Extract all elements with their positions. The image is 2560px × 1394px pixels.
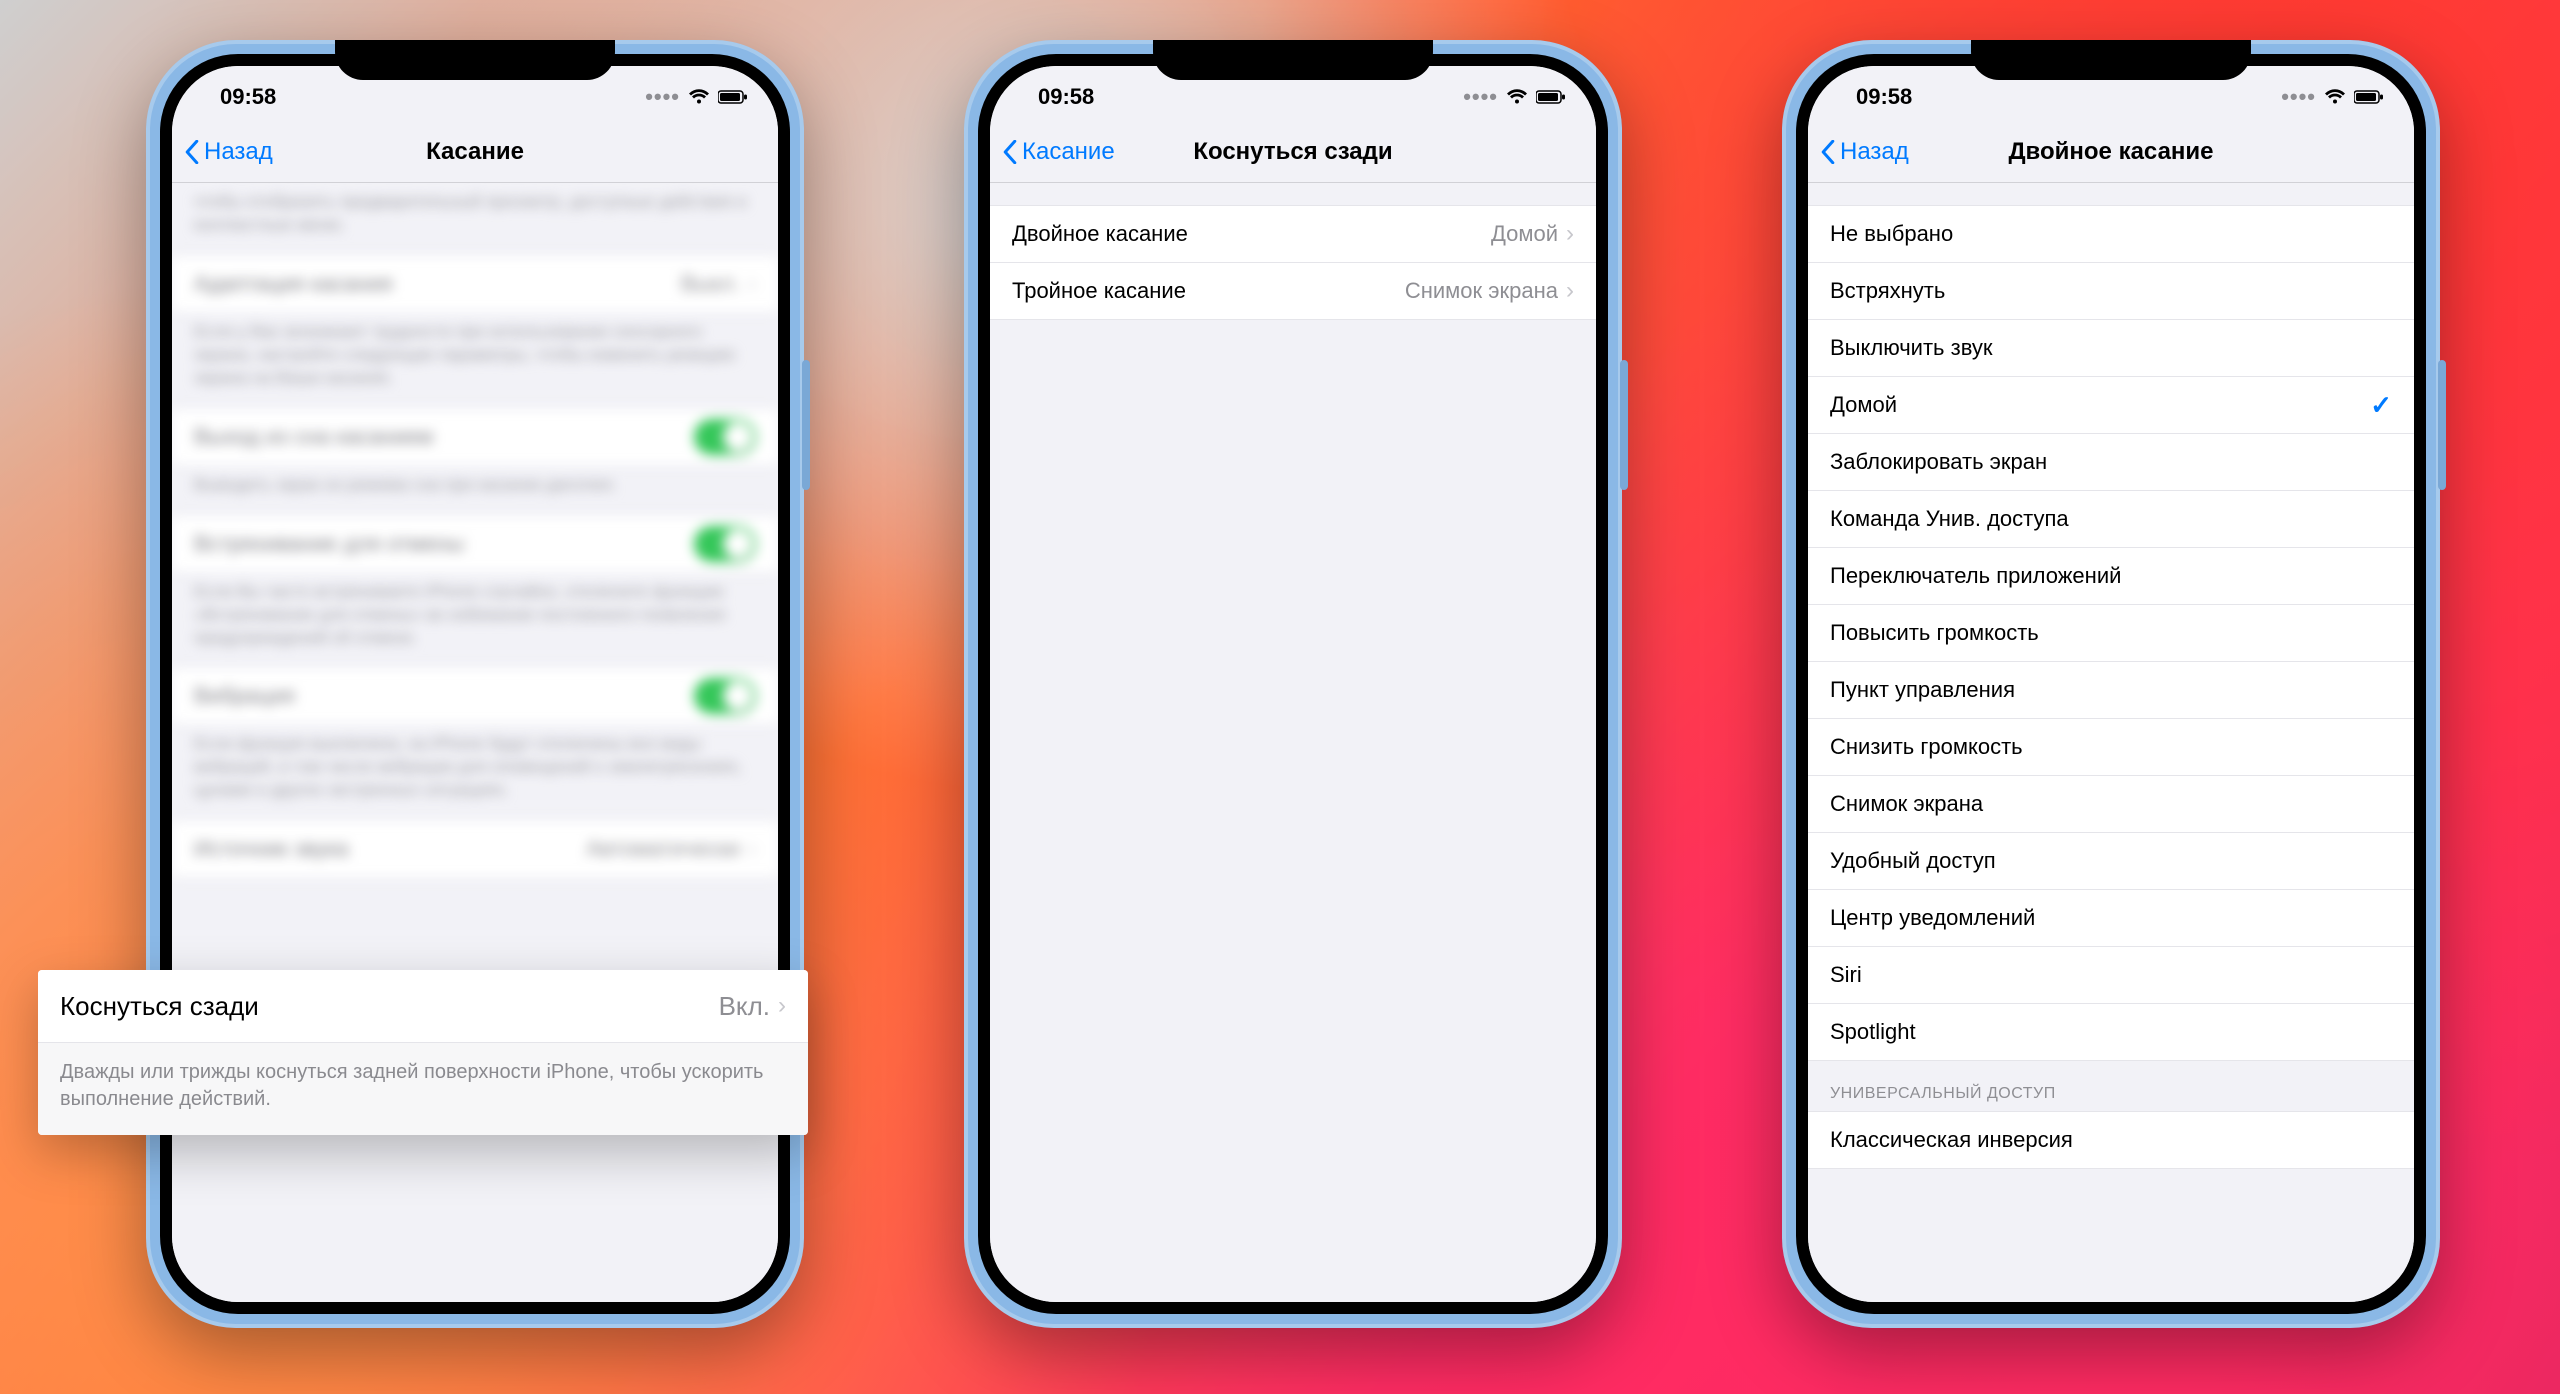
option-label: Снимок экрана <box>1830 791 2392 817</box>
back-tap-row[interactable]: Коснуться сзади Вкл. › <box>38 970 808 1043</box>
option-label: Spotlight <box>1830 1019 2392 1045</box>
signal-icon: •••• <box>1463 84 1498 110</box>
option-row[interactable]: Повысить громкость <box>1808 605 2414 662</box>
option-row[interactable]: Снизить громкость <box>1808 719 2414 776</box>
toggle-switch <box>694 678 756 714</box>
chevron-left-icon <box>1002 140 1018 164</box>
option-label: Не выбрано <box>1830 221 2392 247</box>
wifi-icon <box>688 89 710 105</box>
back-button[interactable]: Назад <box>1820 138 1909 166</box>
wifi-icon <box>2324 89 2346 105</box>
option-label: Центр уведомлений <box>1830 905 2392 931</box>
option-row[interactable]: Команда Унив. доступа <box>1808 491 2414 548</box>
blurred-settings-area: чтобы отобразить предварительный просмот… <box>172 183 778 878</box>
status-time: 09:58 <box>1834 78 1912 110</box>
option-row[interactable]: Удобный доступ <box>1808 833 2414 890</box>
back-tap-note: Дважды или трижды коснуться задней повер… <box>38 1043 808 1135</box>
triple-tap-label: Тройное касание <box>1012 278 1405 304</box>
back-tap-callout-card: Коснуться сзади Вкл. › Дважды или трижды… <box>38 970 808 1135</box>
option-label: Классическая инверсия <box>1830 1127 2392 1153</box>
option-label: Встряхнуть <box>1830 278 2392 304</box>
triple-tap-row[interactable]: Тройное касание Снимок экрана › <box>990 263 1596 320</box>
chevron-right-icon: › <box>1566 220 1574 248</box>
option-row[interactable]: Выключить звук <box>1808 320 2414 377</box>
option-label: Домой <box>1830 392 2370 418</box>
accessibility-section-header: УНИВЕРСАЛЬНЫЙ ДОСТУП <box>1808 1061 2414 1111</box>
option-label: Переключатель приложений <box>1830 563 2392 589</box>
nav-bar: Касание Коснуться сзади <box>990 122 1596 183</box>
back-label: Назад <box>204 138 273 166</box>
double-tap-value: Домой <box>1491 221 1558 247</box>
option-row[interactable]: Заблокировать экран <box>1808 434 2414 491</box>
nav-bar: Назад Двойное касание <box>1808 122 2414 183</box>
option-row[interactable]: Центр уведомлений <box>1808 890 2414 947</box>
option-label: Команда Унив. доступа <box>1830 506 2392 532</box>
wifi-icon <box>1506 89 1528 105</box>
option-row[interactable]: Снимок экрана <box>1808 776 2414 833</box>
back-button[interactable]: Назад <box>184 138 273 166</box>
chevron-left-icon <box>1820 140 1836 164</box>
triple-tap-value: Снимок экрана <box>1405 278 1558 304</box>
double-tap-row[interactable]: Двойное касание Домой › <box>990 205 1596 263</box>
battery-icon <box>2354 90 2384 104</box>
option-row[interactable]: Домой✓ <box>1808 377 2414 434</box>
option-label: Siri <box>1830 962 2392 988</box>
chevron-left-icon <box>184 140 200 164</box>
option-label: Заблокировать экран <box>1830 449 2392 475</box>
double-tap-label: Двойное касание <box>1012 221 1491 247</box>
iphone-frame-2: 09:58 •••• Касание Коснуться сзади Двойн… <box>964 40 1622 1328</box>
signal-icon: •••• <box>645 84 680 110</box>
battery-icon <box>1536 90 1566 104</box>
back-label: Назад <box>1840 138 1909 166</box>
option-row[interactable]: Siri <box>1808 947 2414 1004</box>
chevron-right-icon: › <box>778 992 786 1020</box>
battery-icon <box>718 90 748 104</box>
option-label: Удобный доступ <box>1830 848 2392 874</box>
back-tap-label: Коснуться сзади <box>60 991 719 1022</box>
signal-icon: •••• <box>2281 84 2316 110</box>
nav-bar: Назад Касание <box>172 122 778 183</box>
status-time: 09:58 <box>198 78 276 110</box>
back-button[interactable]: Касание <box>1002 138 1115 166</box>
option-label: Пункт управления <box>1830 677 2392 703</box>
iphone-frame-3: 09:58 •••• Назад Двойное касание Не выбр… <box>1782 40 2440 1328</box>
option-label: Выключить звук <box>1830 335 2392 361</box>
option-label: Повысить громкость <box>1830 620 2392 646</box>
chevron-right-icon: › <box>1566 277 1574 305</box>
back-label: Касание <box>1022 138 1115 166</box>
toggle-switch <box>694 526 756 562</box>
status-time: 09:58 <box>1016 78 1094 110</box>
back-tap-value: Вкл. <box>719 991 770 1022</box>
option-row[interactable]: Не выбрано <box>1808 205 2414 263</box>
option-label: Снизить громкость <box>1830 734 2392 760</box>
toggle-switch <box>694 419 756 455</box>
option-row[interactable]: Встряхнуть <box>1808 263 2414 320</box>
option-row[interactable]: Переключатель приложений <box>1808 548 2414 605</box>
option-row[interactable]: Классическая инверсия <box>1808 1111 2414 1169</box>
checkmark-icon: ✓ <box>2370 390 2392 421</box>
option-row[interactable]: Spotlight <box>1808 1004 2414 1061</box>
option-row[interactable]: Пункт управления <box>1808 662 2414 719</box>
